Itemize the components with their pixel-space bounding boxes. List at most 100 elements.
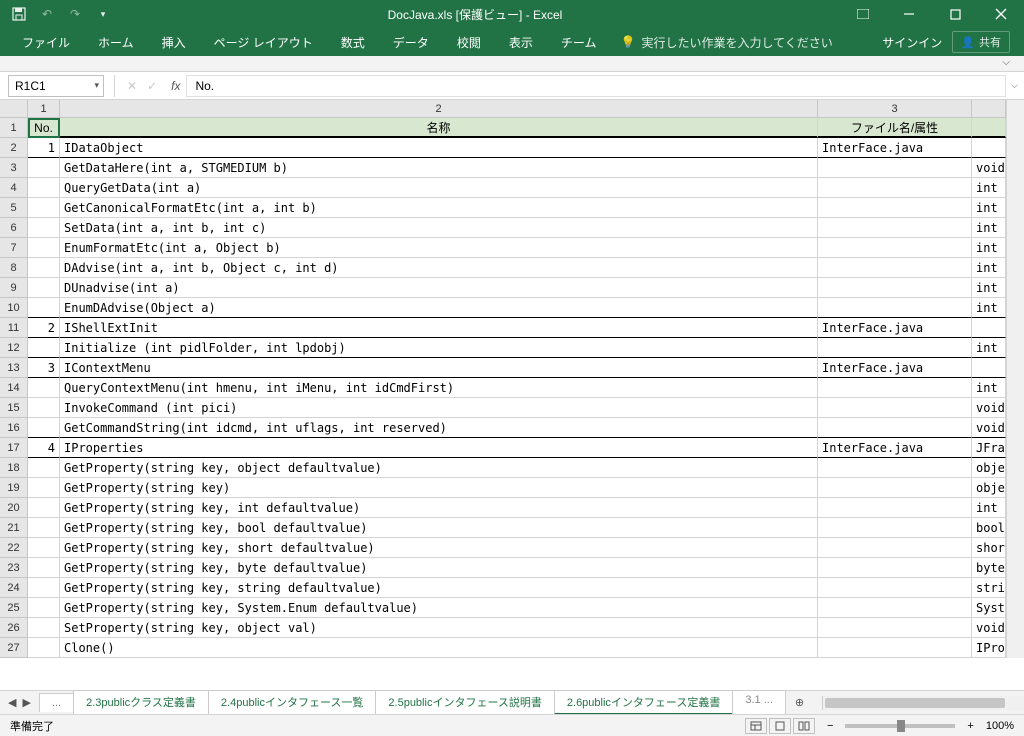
horizontal-scrollbar[interactable] [822,696,1024,710]
cell[interactable]: JFra [972,438,1006,458]
sheet-nav-next-icon[interactable]: ▶ [22,696,30,709]
row-header[interactable]: 2 [0,138,28,158]
cell[interactable] [818,378,972,398]
cell[interactable]: GetProperty(string key, short defaultval… [60,538,818,558]
row-header[interactable]: 13 [0,358,28,378]
cell[interactable]: byte [972,558,1006,578]
cell[interactable] [818,338,972,358]
cell[interactable] [818,518,972,538]
row-header[interactable]: 18 [0,458,28,478]
cancel-formula-icon[interactable]: ✕ [127,79,137,93]
cell[interactable] [972,358,1006,378]
cell[interactable]: 4 [28,438,60,458]
cell[interactable]: GetCommandString(int idcmd, int uflags, … [60,418,818,438]
cell[interactable]: 1 [28,138,60,158]
redo-icon[interactable]: ↷ [68,7,82,21]
sheet-tab[interactable]: 2.4publicインタフェース一覧 [208,690,376,715]
save-icon[interactable] [12,7,26,21]
cell[interactable]: obje [972,478,1006,498]
cell[interactable]: int [972,338,1006,358]
enter-formula-icon[interactable]: ✓ [147,79,157,93]
cell[interactable] [818,198,972,218]
sheet-tab[interactable]: 2.5publicインタフェース説明書 [375,690,554,715]
cell[interactable] [28,338,60,358]
row-header[interactable]: 19 [0,478,28,498]
cell[interactable] [818,618,972,638]
cell[interactable]: IContextMenu [60,358,818,378]
cell[interactable] [818,218,972,238]
close-icon[interactable] [978,0,1024,28]
cell[interactable]: GetProperty(string key, object defaultva… [60,458,818,478]
cell[interactable] [28,498,60,518]
row-header[interactable]: 10 [0,298,28,318]
cell[interactable] [28,458,60,478]
cell[interactable]: stri [972,578,1006,598]
cell[interactable]: 3 [28,358,60,378]
tab-review[interactable]: 校閲 [443,28,495,57]
row-header[interactable]: 4 [0,178,28,198]
undo-icon[interactable]: ↶ [40,7,54,21]
row-header[interactable]: 14 [0,378,28,398]
cell[interactable] [28,598,60,618]
zoom-level[interactable]: 100% [986,720,1014,732]
cell[interactable]: void [972,618,1006,638]
cell[interactable]: int [972,378,1006,398]
col-header[interactable] [972,100,1006,118]
row-header[interactable]: 20 [0,498,28,518]
cell[interactable] [818,158,972,178]
cell[interactable] [28,558,60,578]
cell[interactable]: GetProperty(string key, System.Enum defa… [60,598,818,618]
cell[interactable] [972,138,1006,158]
cell[interactable] [818,598,972,618]
row-header[interactable]: 1 [0,118,28,138]
cell[interactable]: 2 [28,318,60,338]
ribbon-expand-icon[interactable]: ⌵ [1002,57,1010,68]
cell[interactable]: bool [972,518,1006,538]
cell[interactable] [972,118,1006,138]
cell[interactable] [28,538,60,558]
cell[interactable] [818,298,972,318]
tab-team[interactable]: チーム [547,28,611,57]
cell[interactable] [818,258,972,278]
row-header[interactable]: 6 [0,218,28,238]
cell[interactable]: ファイル名/属性 [818,118,972,138]
page-layout-view-icon[interactable] [769,718,791,734]
cell[interactable] [818,638,972,658]
row-header[interactable]: 21 [0,518,28,538]
minimize-icon[interactable] [886,0,932,28]
cell[interactable] [818,558,972,578]
cell[interactable] [818,418,972,438]
new-sheet-icon[interactable]: ⊕ [785,696,814,709]
cell[interactable]: SetData(int a, int b, int c) [60,218,818,238]
cell[interactable] [818,178,972,198]
row-header[interactable]: 5 [0,198,28,218]
cell[interactable]: InterFace.java [818,358,972,378]
cell[interactable]: int [972,178,1006,198]
vertical-scrollbar[interactable] [1006,100,1024,118]
signin-link[interactable]: サインイン [882,34,942,51]
cell[interactable]: Syst [972,598,1006,618]
row-header[interactable]: 25 [0,598,28,618]
cell[interactable]: GetProperty(string key, byte defaultvalu… [60,558,818,578]
cell[interactable]: InvokeCommand (int pici) [60,398,818,418]
cell[interactable]: obje [972,458,1006,478]
cell[interactable]: IProperties [60,438,818,458]
cell[interactable]: int [972,258,1006,278]
tab-view[interactable]: 表示 [495,28,547,57]
row-header[interactable]: 24 [0,578,28,598]
ribbon-display-icon[interactable] [840,0,886,28]
cell[interactable]: GetProperty(string key, int defaultvalue… [60,498,818,518]
cell[interactable]: QueryGetData(int a) [60,178,818,198]
cell[interactable]: Initialize (int pidlFolder, int lpdobj) [60,338,818,358]
cell[interactable] [972,318,1006,338]
zoom-out-icon[interactable]: − [827,720,833,732]
row-header[interactable]: 23 [0,558,28,578]
cell[interactable] [28,418,60,438]
zoom-in-icon[interactable]: + [967,720,973,732]
col-header[interactable]: 1 [28,100,60,118]
formula-input[interactable]: No. [186,75,1006,97]
cell[interactable]: int [972,298,1006,318]
row-header[interactable]: 7 [0,238,28,258]
sheet-tab[interactable]: 2.6publicインタフェース定義書 [554,690,733,715]
qat-dropdown-icon[interactable]: ▾ [96,7,110,21]
